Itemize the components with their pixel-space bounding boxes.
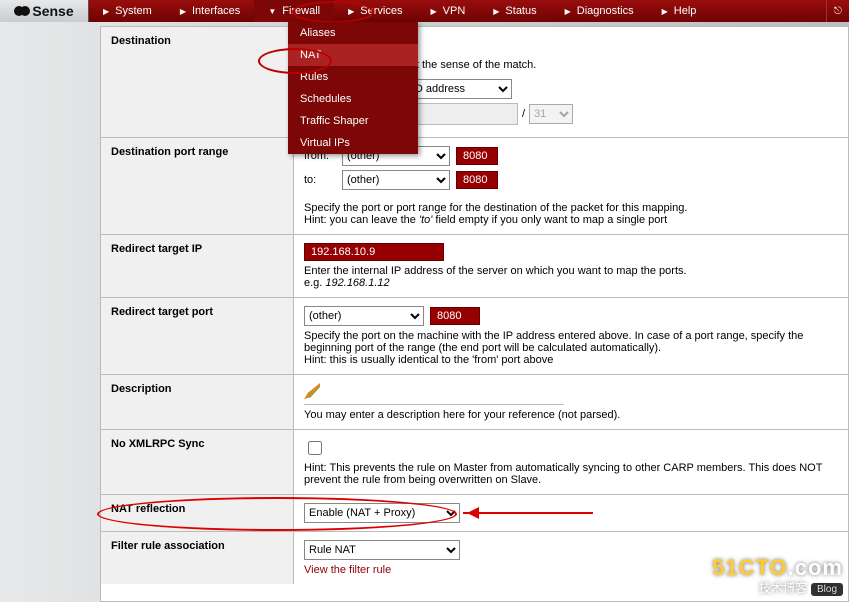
redirect-port-select[interactable]: (other): [304, 306, 424, 326]
nat-reflection-select[interactable]: Enable (NAT + Proxy): [304, 503, 460, 523]
label-redirect-ip: Redirect target IP: [101, 235, 294, 297]
mask-separator: /: [522, 108, 525, 120]
menu-firewall[interactable]: ▼Firewall: [254, 0, 334, 22]
brand-logo: Sense: [0, 0, 89, 22]
triangle-right-icon: ▶: [565, 7, 571, 16]
dropdown-virtual-ips[interactable]: Virtual IPs: [288, 132, 418, 154]
dropdown-rules[interactable]: Rules: [288, 66, 418, 88]
triangle-right-icon: ▶: [662, 7, 668, 16]
menu-help[interactable]: ▶Help: [648, 0, 711, 22]
dropdown-schedules[interactable]: Schedules: [288, 88, 418, 110]
dropdown-aliases[interactable]: Aliases: [288, 22, 418, 44]
menu-system[interactable]: ▶System: [89, 0, 166, 22]
redirect-ip-hint1: Enter the internal IP address of the ser…: [304, 265, 838, 277]
xmlrpc-checkbox[interactable]: [308, 441, 322, 455]
firewall-dropdown: Aliases NAT Rules Schedules Traffic Shap…: [288, 22, 418, 154]
toolbar-icon[interactable]: ⎋: [826, 0, 849, 22]
description-hint: You may enter a description here for you…: [304, 409, 838, 421]
redirect-port-hint2: Hint: this is usually identical to the '…: [304, 354, 838, 366]
menu-diagnostics[interactable]: ▶Diagnostics: [551, 0, 648, 22]
triangle-right-icon: ▶: [430, 7, 436, 16]
pencil-icon: [304, 383, 320, 399]
label-nat-reflection: NAT reflection: [101, 495, 294, 531]
triangle-right-icon: ▶: [180, 7, 186, 16]
triangle-right-icon: ▶: [103, 7, 109, 16]
watermark: 51CTO.com 技术博客Blog: [712, 555, 843, 596]
filter-assoc-select[interactable]: Rule NAT: [304, 540, 460, 560]
dport-hint1: Specify the port or port range for the d…: [304, 202, 838, 214]
redirect-port-hint1: Specify the port on the machine with the…: [304, 330, 838, 354]
label-redirect-port: Redirect target port: [101, 298, 294, 374]
xmlrpc-hint: Hint: This prevents the rule on Master f…: [304, 462, 838, 486]
label-dest-port-range: Destination port range: [101, 138, 294, 234]
triangle-right-icon: ▶: [493, 7, 499, 16]
label-destination: Destination: [101, 27, 294, 137]
triangle-down-icon: ▼: [268, 7, 276, 16]
menu-services[interactable]: ▶Services: [334, 0, 416, 22]
dport-hint2: Hint: you can leave the 'to' field empty…: [304, 214, 838, 226]
dport-to-input[interactable]: [456, 171, 498, 189]
menu-interfaces[interactable]: ▶Interfaces: [166, 0, 254, 22]
annotation-arrow: [463, 512, 593, 514]
redirect-port-input[interactable]: [430, 307, 480, 325]
redirect-ip-hint2: e.g. 192.168.1.12: [304, 277, 838, 289]
redirect-ip-input[interactable]: [304, 243, 444, 261]
label-description: Description: [101, 375, 294, 429]
dropdown-traffic-shaper[interactable]: Traffic Shaper: [288, 110, 418, 132]
triangle-right-icon: ▶: [348, 7, 354, 16]
dropdown-nat[interactable]: NAT: [288, 44, 418, 66]
dport-to-label: to:: [304, 174, 342, 186]
label-xmlrpc: No XMLRPC Sync: [101, 430, 294, 494]
destination-mask-select: 31: [529, 104, 573, 124]
view-filter-rule-link[interactable]: View the filter rule: [304, 564, 391, 576]
dport-to-select[interactable]: (other): [342, 170, 450, 190]
dport-from-input[interactable]: [456, 147, 498, 165]
menu-vpn[interactable]: ▶VPN: [416, 0, 479, 22]
menu-status[interactable]: ▶Status: [479, 0, 550, 22]
label-filter-assoc: Filter rule association: [101, 532, 294, 584]
main-menu-bar: Sense ▶System ▶Interfaces ▼Firewall ▶Ser…: [0, 0, 849, 22]
